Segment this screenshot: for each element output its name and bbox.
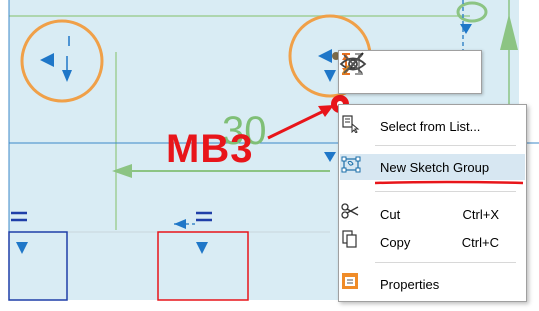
red-underline [375,180,524,185]
menu-item-label: Properties [380,276,440,292]
menu-item-label: Cut [380,206,401,222]
copy-icon [342,230,374,253]
menu-item-label: Copy [380,234,411,250]
scissors-icon [341,203,374,225]
menu-separator [375,262,516,263]
context-menu: Select from List... New Sketch Group Cut… [338,104,527,302]
annotation-label: MB3 [166,127,254,171]
menu-separator [375,145,516,146]
menu-item-new-sketch-group[interactable]: New Sketch Group [340,154,525,180]
paint-brush-icon[interactable] [342,52,440,87]
menu-item-cut[interactable]: Cut Ctrl+X [340,201,525,227]
menu-item-shortcut: Ctrl+X [462,206,499,222]
menu-separator [375,191,516,192]
menu-item-properties[interactable]: Properties [340,271,525,297]
menu-item-select-from-list[interactable]: Select from List... [340,113,525,139]
new-sketch-group-icon [341,156,374,178]
close-icon[interactable] [343,54,473,87]
mini-toolbar [338,50,482,94]
sketch-canvas[interactable]: 30 MB3 Select from List... New Sketch Gr… [0,0,539,311]
menu-item-label: Select from List... [380,118,481,134]
properties-icon [342,273,374,295]
select-from-list-icon [342,115,374,137]
hide-icon[interactable] [339,53,408,87]
menu-item-label: New Sketch Group [380,159,490,175]
menu-item-copy[interactable]: Copy Ctrl+C [340,229,525,255]
menu-item-shortcut: Ctrl+C [461,234,499,250]
